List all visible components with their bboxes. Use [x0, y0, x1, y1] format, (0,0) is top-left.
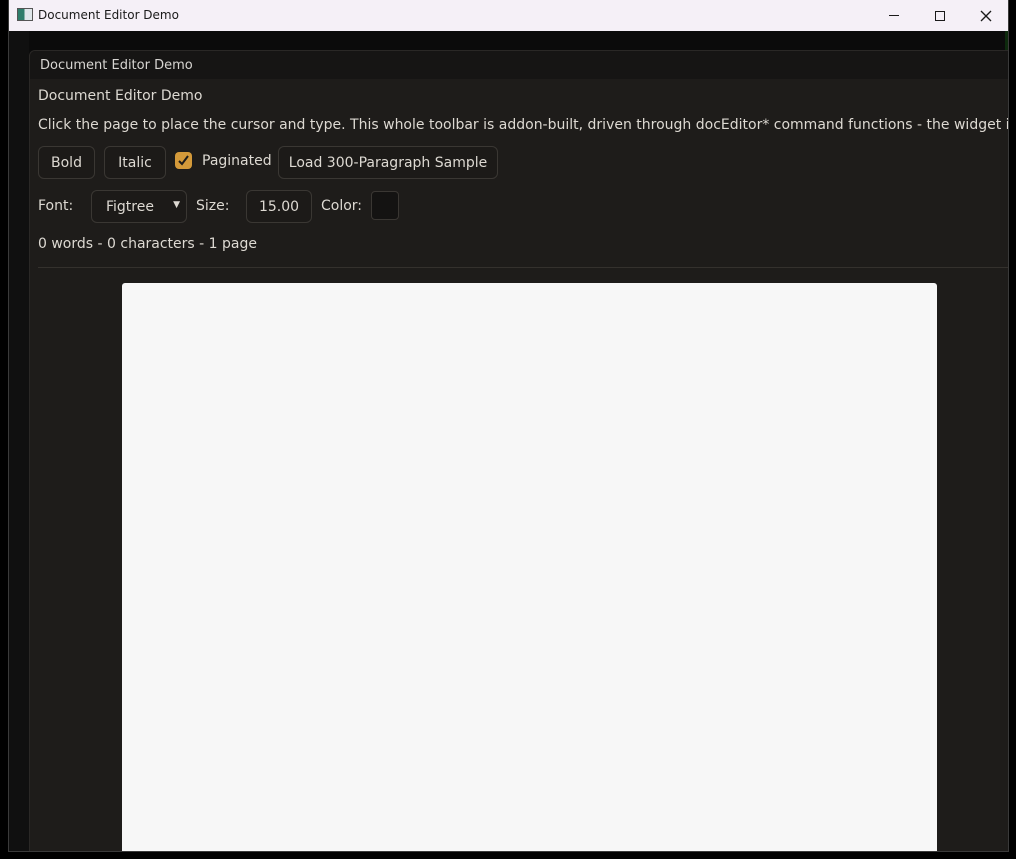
toolbar-divider [38, 267, 1008, 268]
document-page[interactable] [122, 283, 937, 851]
color-swatch[interactable] [371, 191, 399, 220]
minimize-button[interactable] [871, 0, 917, 31]
font-label: Font: [38, 198, 74, 214]
word-count-status: 0 words - 0 characters - 1 page [38, 236, 257, 252]
window-titlebar[interactable]: Document Editor Demo [9, 0, 1008, 31]
app-icon [17, 8, 33, 21]
color-label: Color: [321, 198, 363, 214]
dropdown-arrow-icon: ▼ [173, 200, 180, 210]
maximize-button[interactable] [917, 0, 963, 31]
maximize-icon [935, 10, 945, 21]
panel-heading: Document Editor Demo [38, 88, 203, 104]
window-client-area: Document Editor Demo Document Editor Dem… [9, 31, 1009, 851]
panel-titlebar[interactable]: Document Editor Demo [30, 51, 1008, 79]
paginated-checkbox[interactable] [175, 152, 192, 169]
size-label: Size: [196, 198, 230, 214]
close-icon [980, 10, 992, 21]
window-title: Document Editor Demo [38, 8, 179, 22]
os-window: Document Editor Demo Document Editor Dem… [8, 0, 1009, 852]
minimize-icon [889, 15, 899, 16]
font-select-value: Figtree [106, 199, 154, 215]
paginated-label[interactable]: Paginated [202, 153, 272, 169]
font-select[interactable]: Figtree ▼ [91, 190, 187, 223]
size-input[interactable]: 15.00 [246, 190, 312, 223]
italic-button[interactable]: Italic [104, 146, 166, 179]
panel-title: Document Editor Demo [40, 58, 193, 73]
document-editor-panel: Document Editor Demo Document Editor Dem… [29, 50, 1009, 851]
background-area [9, 31, 29, 851]
checkmark-icon [178, 155, 189, 166]
load-sample-button[interactable]: Load 300-Paragraph Sample [278, 146, 498, 179]
bold-button[interactable]: Bold [38, 146, 95, 179]
close-button[interactable] [963, 0, 1008, 31]
panel-description: Click the page to place the cursor and t… [38, 117, 1009, 133]
